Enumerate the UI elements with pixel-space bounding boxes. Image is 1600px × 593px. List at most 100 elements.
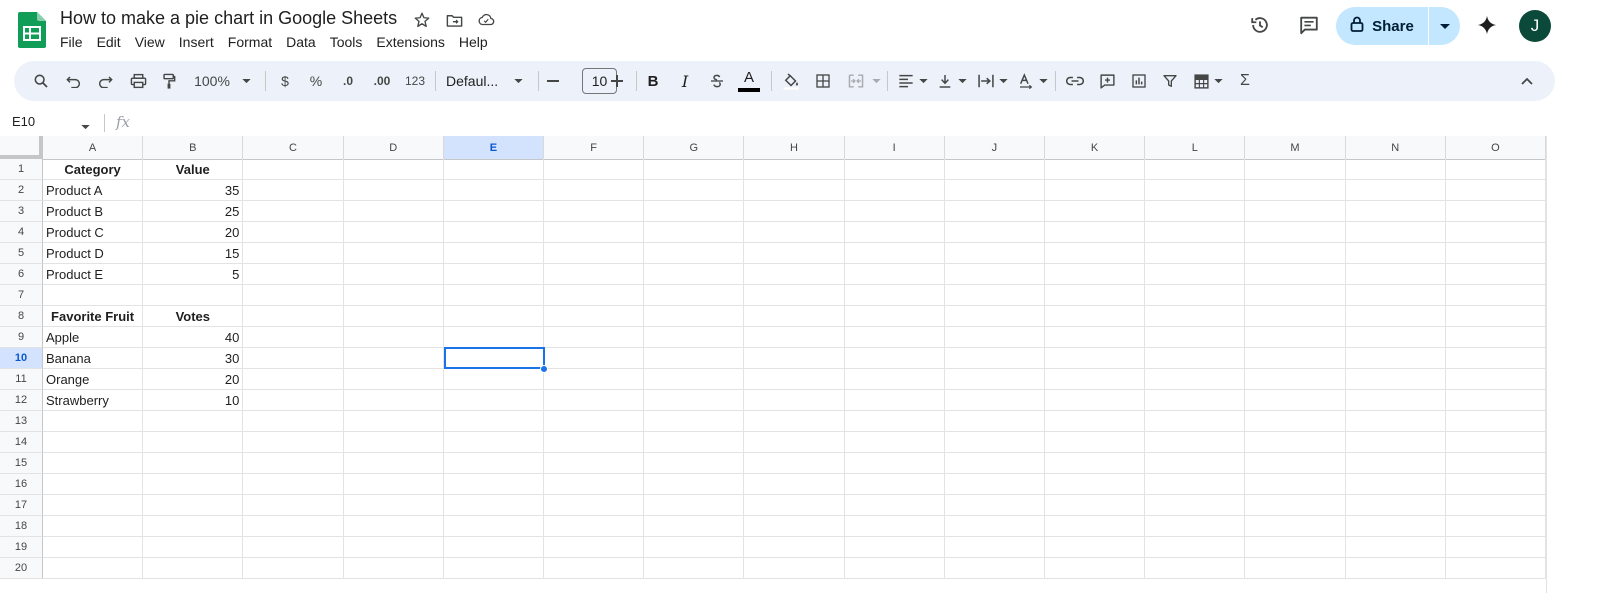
cell-c3[interactable] [243, 201, 344, 222]
cell-g9[interactable] [644, 327, 745, 348]
filter-views-icon[interactable] [1190, 69, 1212, 93]
cell-n17[interactable] [1345, 495, 1446, 516]
column-header-m[interactable]: M [1245, 136, 1346, 160]
format-percent-button[interactable]: % [307, 69, 325, 93]
row-header-11[interactable]: 11 [0, 369, 43, 390]
cell-o12[interactable] [1445, 390, 1546, 411]
cell-h19[interactable] [744, 537, 845, 558]
name-box-caret-icon[interactable] [81, 117, 90, 135]
cloud-saved-icon[interactable] [475, 9, 497, 31]
menu-data[interactable]: Data [286, 34, 323, 50]
cell-j6[interactable] [944, 264, 1045, 285]
cell-a2[interactable]: Product A [43, 180, 144, 201]
font-caret-icon[interactable] [512, 69, 524, 93]
cell-m5[interactable] [1245, 243, 1346, 264]
cell-h3[interactable] [744, 201, 845, 222]
cell-k2[interactable] [1045, 180, 1146, 201]
cell-h2[interactable] [744, 180, 845, 201]
row-header-18[interactable]: 18 [0, 516, 43, 537]
rotation-caret-icon[interactable] [1038, 69, 1048, 93]
cell-i16[interactable] [844, 474, 945, 495]
cell-m19[interactable] [1245, 537, 1346, 558]
cell-o10[interactable] [1445, 348, 1546, 369]
cell-m13[interactable] [1245, 411, 1346, 432]
row-header-9[interactable]: 9 [0, 327, 43, 348]
cell-f10[interactable] [544, 348, 645, 369]
bold-button[interactable]: B [644, 69, 662, 93]
cell-f8[interactable] [544, 306, 645, 327]
cell-l3[interactable] [1145, 201, 1246, 222]
cell-m18[interactable] [1245, 516, 1346, 537]
cell-j7[interactable] [944, 285, 1045, 306]
cell-h4[interactable] [744, 222, 845, 243]
cell-e1[interactable] [443, 159, 544, 180]
cell-h12[interactable] [744, 390, 845, 411]
cell-b20[interactable] [143, 558, 244, 579]
column-header-h[interactable]: H [744, 136, 845, 160]
cell-k6[interactable] [1045, 264, 1146, 285]
cell-a13[interactable] [43, 411, 144, 432]
cell-o7[interactable] [1445, 285, 1546, 306]
cell-f12[interactable] [544, 390, 645, 411]
cell-d14[interactable] [343, 432, 444, 453]
row-header-7[interactable]: 7 [0, 285, 43, 306]
cell-o17[interactable] [1445, 495, 1546, 516]
cell-m12[interactable] [1245, 390, 1346, 411]
cell-c2[interactable] [243, 180, 344, 201]
insert-comment-icon[interactable] [1096, 69, 1118, 93]
cell-g16[interactable] [644, 474, 745, 495]
cell-f6[interactable] [544, 264, 645, 285]
cell-e14[interactable] [443, 432, 544, 453]
menu-help[interactable]: Help [459, 34, 495, 50]
cell-h7[interactable] [744, 285, 845, 306]
cell-c7[interactable] [243, 285, 344, 306]
cell-l6[interactable] [1145, 264, 1246, 285]
gemini-sparkle-icon[interactable] [1474, 12, 1500, 38]
cell-j14[interactable] [944, 432, 1045, 453]
cell-c18[interactable] [243, 516, 344, 537]
cell-f20[interactable] [544, 558, 645, 579]
cell-h20[interactable] [744, 558, 845, 579]
cell-j5[interactable] [944, 243, 1045, 264]
cell-a11[interactable]: Orange [43, 369, 144, 390]
cell-l17[interactable] [1145, 495, 1246, 516]
cell-j20[interactable] [944, 558, 1045, 579]
cell-i4[interactable] [844, 222, 945, 243]
cell-j1[interactable] [944, 159, 1045, 180]
decrease-decimal-button[interactable]: .0 [336, 69, 360, 93]
cell-i14[interactable] [844, 432, 945, 453]
cell-e6[interactable] [443, 264, 544, 285]
cell-a16[interactable] [43, 474, 144, 495]
row-header-4[interactable]: 4 [0, 222, 43, 243]
paint-format-icon[interactable] [158, 69, 180, 93]
insert-link-icon[interactable] [1064, 69, 1086, 93]
cell-d16[interactable] [343, 474, 444, 495]
font-family-select[interactable]: Defaul... [446, 69, 518, 93]
cell-o19[interactable] [1445, 537, 1546, 558]
cell-e20[interactable] [443, 558, 544, 579]
cell-b17[interactable] [143, 495, 244, 516]
formula-input[interactable] [140, 110, 1540, 134]
cell-j16[interactable] [944, 474, 1045, 495]
cell-e10[interactable] [443, 348, 544, 369]
cell-e11[interactable] [443, 369, 544, 390]
cell-o13[interactable] [1445, 411, 1546, 432]
cell-e19[interactable] [443, 537, 544, 558]
cell-d7[interactable] [343, 285, 444, 306]
cell-j11[interactable] [944, 369, 1045, 390]
cell-a6[interactable]: Product E [43, 264, 144, 285]
cell-c17[interactable] [243, 495, 344, 516]
cell-g20[interactable] [644, 558, 745, 579]
cell-j19[interactable] [944, 537, 1045, 558]
cell-g6[interactable] [644, 264, 745, 285]
cell-l20[interactable] [1145, 558, 1246, 579]
cell-l9[interactable] [1145, 327, 1246, 348]
cell-j8[interactable] [944, 306, 1045, 327]
cell-c9[interactable] [243, 327, 344, 348]
cell-b12[interactable]: 10 [143, 390, 244, 411]
cell-b3[interactable]: 25 [143, 201, 244, 222]
cell-i8[interactable] [844, 306, 945, 327]
share-button[interactable]: Share [1336, 7, 1428, 45]
cell-k5[interactable] [1045, 243, 1146, 264]
cell-d4[interactable] [343, 222, 444, 243]
